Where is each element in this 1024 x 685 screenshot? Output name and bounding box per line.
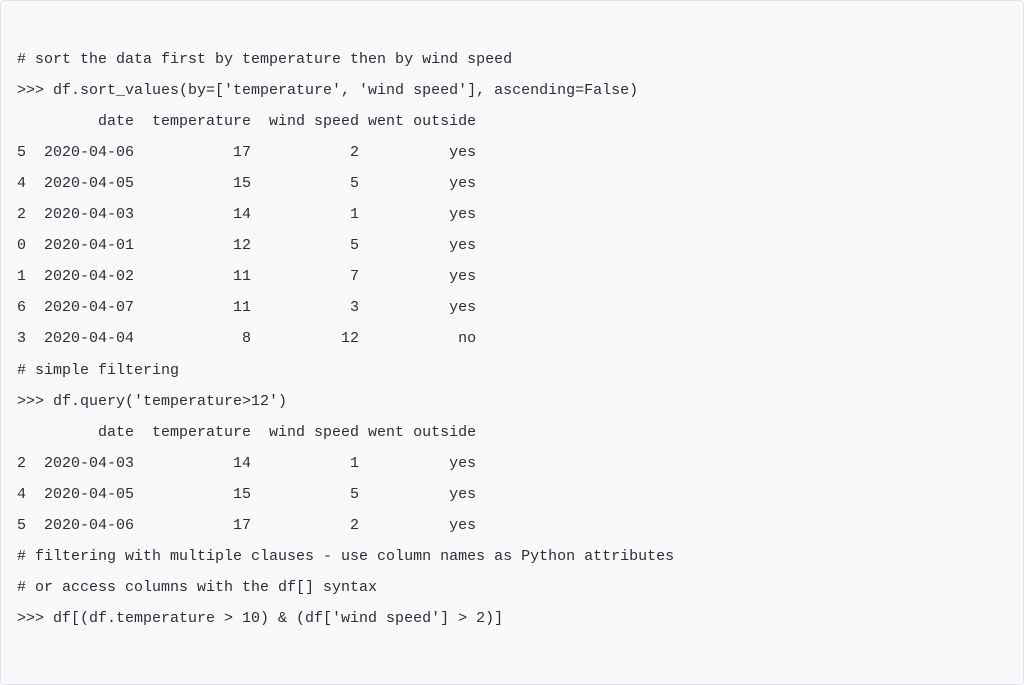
code-line-comment: # sort the data first by temperature the… <box>17 51 512 68</box>
code-line-row: 4 2020-04-05 15 5 yes <box>17 175 476 192</box>
code-line-row: 5 2020-04-06 17 2 yes <box>17 517 476 534</box>
code-line-row: 2 2020-04-03 14 1 yes <box>17 455 476 472</box>
code-line-header: date temperature wind speed went outside <box>17 424 476 441</box>
code-line-row: 2 2020-04-03 14 1 yes <box>17 206 476 223</box>
code-line-comment: # simple filtering <box>17 362 179 379</box>
code-block: # sort the data first by temperature the… <box>0 0 1024 685</box>
code-line-comment: # or access columns with the df[] syntax <box>17 579 377 596</box>
code-line-comment: # filtering with multiple clauses - use … <box>17 548 674 565</box>
code-line-row: 6 2020-04-07 11 3 yes <box>17 299 476 316</box>
code-line-header: date temperature wind speed went outside <box>17 113 476 130</box>
code-line-input: >>> df.sort_values(by=['temperature', 'w… <box>17 82 638 99</box>
code-line-row: 4 2020-04-05 15 5 yes <box>17 486 476 503</box>
code-line-input: >>> df.query('temperature>12') <box>17 393 287 410</box>
code-line-row: 3 2020-04-04 8 12 no <box>17 330 476 347</box>
code-line-row: 0 2020-04-01 12 5 yes <box>17 237 476 254</box>
code-line-row: 1 2020-04-02 11 7 yes <box>17 268 476 285</box>
code-line-row: 5 2020-04-06 17 2 yes <box>17 144 476 161</box>
code-line-input: >>> df[(df.temperature > 10) & (df['wind… <box>17 610 503 627</box>
